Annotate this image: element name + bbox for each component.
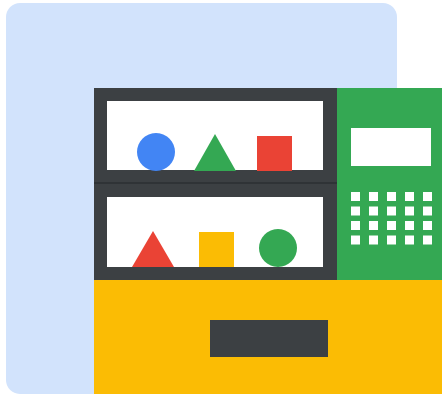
keypad-key [387, 206, 396, 216]
keypad-key [351, 206, 360, 216]
vending-machine-illustration [0, 0, 442, 396]
item-blue-circle [137, 133, 175, 171]
keypad-key [369, 235, 378, 245]
keypad-key [405, 206, 414, 216]
display-screen [351, 128, 431, 166]
item-red-square [257, 136, 292, 171]
vending-machine-graphic [6, 3, 442, 394]
control-panel [337, 88, 442, 280]
keypad-key [369, 192, 378, 201]
keypad-key [387, 192, 396, 201]
dispense-slot [210, 320, 328, 357]
shelf-divider [94, 182, 337, 184]
keypad-key [405, 235, 414, 245]
keypad-key [387, 221, 396, 230]
keypad-key [423, 192, 432, 201]
keypad-key [405, 192, 414, 201]
keypad-key [423, 206, 432, 216]
keypad-key [387, 235, 396, 245]
keypad-key [369, 221, 378, 230]
keypad-key [351, 235, 360, 245]
keypad-key [423, 235, 432, 245]
keypad-key [351, 221, 360, 230]
item-green-circle [259, 229, 297, 267]
keypad-key [369, 206, 378, 216]
shelf-top-items [137, 133, 292, 171]
keypad-key [405, 221, 414, 230]
keypad-key [423, 221, 432, 230]
keypad-key [351, 192, 360, 201]
item-yellow-square [199, 232, 234, 267]
